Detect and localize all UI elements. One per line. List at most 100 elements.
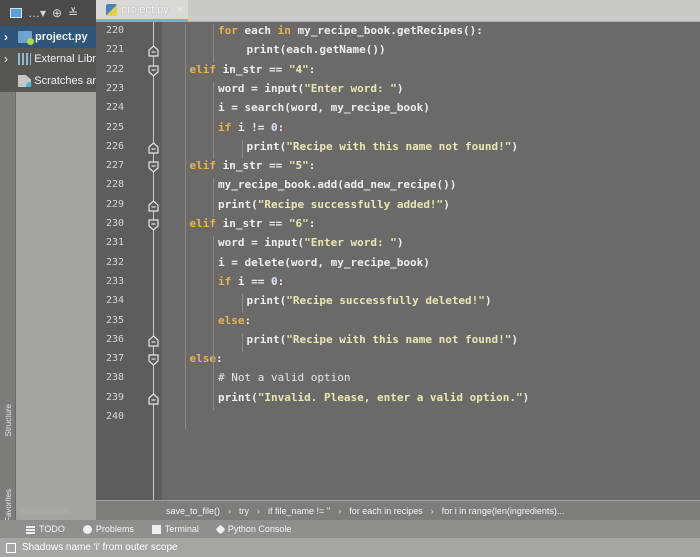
tab-label: TODO	[39, 524, 65, 534]
problems-icon	[82, 524, 92, 534]
code-line[interactable]: print("Invalid. Please, enter a valid op…	[218, 391, 529, 404]
collapse-all-icon[interactable]: ≚	[68, 7, 78, 19]
status-message: Shadows name 'i' from outer scope	[22, 542, 178, 553]
breadcrumb-item[interactable]: for each in recipes	[349, 506, 423, 516]
tab-problems[interactable]: Problems	[82, 524, 134, 534]
tab-project-py[interactable]: project.py ×	[96, 0, 188, 22]
breadcrumb-item[interactable]: save_to_file()	[166, 506, 220, 516]
structure-tool-tab[interactable]: Structure	[0, 380, 16, 460]
chevron-right-icon: ›	[430, 505, 434, 516]
chevron-right-icon[interactable]: ›	[4, 30, 18, 44]
code-line[interactable]: my_recipe_book.add(add_new_recipe())	[218, 178, 456, 191]
bottom-tool-tabs: TODO Problems Terminal Python Console	[0, 520, 700, 538]
line-number: 232	[106, 256, 125, 268]
fold-end-icon[interactable]	[148, 392, 159, 405]
fold-start-icon[interactable]	[148, 64, 159, 77]
code-line[interactable]: word = input("Enter word: ")	[218, 82, 403, 95]
code-line[interactable]: if i != 0:	[218, 121, 284, 134]
indent-guide	[213, 178, 214, 217]
fold-end-icon[interactable]	[148, 334, 159, 347]
line-number: 230	[106, 218, 125, 229]
todo-icon	[26, 524, 35, 534]
dropdown-icon[interactable]: …▾	[28, 7, 46, 19]
terminal-icon	[151, 524, 161, 534]
indent-guide	[241, 332, 243, 353]
code-line[interactable]: word = input("Enter word: ")	[218, 236, 403, 249]
indent-guide	[213, 81, 214, 160]
line-number: 227	[106, 160, 125, 172]
editor-tab-bar: project.py ×	[96, 0, 700, 22]
line-number: 239	[106, 391, 125, 403]
line-number: 229	[106, 198, 125, 210]
line-number: 221	[106, 44, 125, 56]
close-icon[interactable]: ×	[177, 4, 183, 16]
chevron-right-icon[interactable]: ›	[4, 52, 18, 66]
code-line[interactable]: else:	[190, 352, 223, 365]
horizontal-scrollbar[interactable]	[20, 508, 70, 514]
code-line[interactable]: elif in_str == "6":	[190, 217, 316, 230]
code-line[interactable]: i = search(word, my_recipe_book)	[218, 101, 430, 114]
chevron-right-icon: ›	[257, 505, 261, 516]
favorites-tool-label: Favorites	[3, 488, 13, 522]
tab-label: project.py	[121, 3, 169, 16]
breadcrumb-item[interactable]: if file_name != ''	[268, 506, 330, 516]
code-line[interactable]: elif in_str == "5":	[190, 159, 316, 172]
line-number: 220	[106, 25, 125, 36]
line-number: 233	[106, 275, 125, 287]
code-line[interactable]: elif in_str == "4":	[190, 63, 316, 76]
project-view-icon[interactable]	[10, 8, 22, 18]
fold-start-icon[interactable]	[148, 354, 159, 366]
line-number: 222	[106, 63, 125, 75]
tab-python-console[interactable]: Python Console	[215, 524, 292, 534]
status-bar: Shadows name 'i' from outer scope	[0, 538, 700, 557]
code-line[interactable]: else:	[218, 314, 251, 327]
code-line[interactable]: print("Recipe with this name not found!"…	[247, 333, 519, 346]
code-line[interactable]: i = delete(word, my_recipe_book)	[218, 256, 430, 269]
line-number: 240	[106, 411, 125, 422]
line-number: 225	[106, 121, 125, 133]
tab-label: Python Console	[227, 524, 292, 534]
fold-end-icon[interactable]	[148, 199, 159, 212]
tab-terminal[interactable]: Terminal	[151, 524, 199, 534]
line-number: 236	[106, 333, 125, 345]
code-line[interactable]: if i == 0:	[218, 275, 284, 288]
line-number: 231	[106, 237, 125, 249]
chevron-right-icon: ›	[228, 505, 232, 516]
locate-icon[interactable]: ⊕	[52, 7, 62, 19]
code-line[interactable]: print("Recipe successfully deleted!")	[247, 294, 492, 307]
python-folder-icon	[18, 31, 34, 45]
tab-todo[interactable]: TODO	[26, 524, 65, 534]
code-line[interactable]: # Not a valid option	[218, 371, 350, 384]
line-number: 235	[106, 314, 125, 326]
tab-label: Terminal	[164, 524, 199, 534]
code-line[interactable]: print("Recipe successfully added!")	[218, 198, 450, 211]
fold-end-icon[interactable]	[148, 141, 159, 154]
line-number-gutter: 220 221 222 223 224 225 226 227 228 229 230 231 232 2…	[96, 22, 162, 500]
library-icon	[17, 53, 32, 65]
tree-item-external-libraries[interactable]: › External Libr	[0, 48, 96, 70]
breadcrumb-item[interactable]: for i in range(len(ingredients)...	[442, 506, 565, 516]
tree-item-label: project.py	[35, 31, 88, 43]
indent-guide	[241, 139, 243, 160]
line-number: 234	[106, 295, 125, 307]
indent-guide	[213, 24, 214, 63]
fold-start-icon[interactable]	[148, 161, 159, 173]
code-line[interactable]: print("Recipe with this name not found!"…	[247, 140, 519, 153]
breadcrumb: save_to_file() › try › if file_name != '' › fo…	[96, 500, 700, 520]
code-line[interactable]: for each in my_recipe_book.getRecipes():	[218, 24, 483, 37]
fold-end-icon[interactable]	[148, 45, 159, 57]
python-console-icon	[215, 524, 226, 534]
breadcrumb-item[interactable]: try	[239, 506, 249, 516]
tree-item-scratches[interactable]: Scratches ar	[0, 70, 96, 92]
status-toggle-icon[interactable]	[6, 542, 16, 553]
line-number: 238	[106, 372, 125, 384]
code-line[interactable]: print(each.getName())	[247, 43, 386, 56]
tab-label: Problems	[95, 524, 134, 534]
fold-start-icon[interactable]	[148, 219, 159, 231]
indent-guide	[184, 24, 186, 430]
project-toolbar: …▾ ⊕ ≚	[0, 0, 96, 26]
tree-item-label: Scratches ar	[34, 75, 96, 87]
code-editor[interactable]: for each in my_recipe_book.getRecipes():…	[162, 22, 700, 500]
python-file-icon	[106, 3, 117, 16]
tree-item-project[interactable]: › project.py	[0, 26, 96, 48]
